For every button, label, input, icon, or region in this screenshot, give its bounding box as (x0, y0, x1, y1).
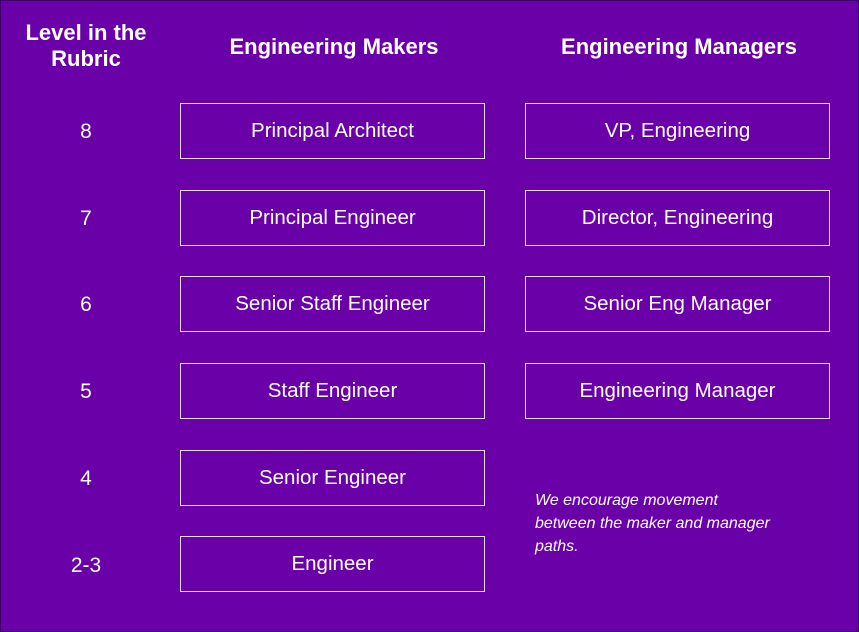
maker-role-box: Principal Architect (180, 103, 485, 159)
level-label: 8 (80, 120, 92, 143)
level-label: 4 (80, 467, 92, 490)
movement-note: We encourage movement between the maker … (535, 492, 770, 555)
level-label: 5 (80, 380, 92, 403)
level-column-header: Level in the Rubric (25, 20, 147, 71)
makers-column-header: Engineering Makers (229, 34, 439, 59)
manager-role-box: Director, Engineering (525, 190, 830, 246)
maker-role-box: Principal Engineer (180, 190, 485, 246)
maker-role-box: Senior Engineer (180, 450, 485, 506)
level-label: 7 (80, 207, 92, 230)
manager-role-box: Engineering Manager (525, 363, 830, 419)
maker-role-box: Engineer (180, 536, 485, 592)
manager-role-box: Senior Eng Manager (525, 276, 830, 332)
manager-role-box: VP, Engineering (525, 103, 830, 159)
level-label: 2-3 (70, 554, 102, 577)
maker-role-box: Staff Engineer (180, 363, 485, 419)
level-label: 6 (80, 293, 92, 316)
managers-column-header: Engineering Managers (561, 34, 797, 59)
maker-role-box: Senior Staff Engineer (180, 276, 485, 332)
